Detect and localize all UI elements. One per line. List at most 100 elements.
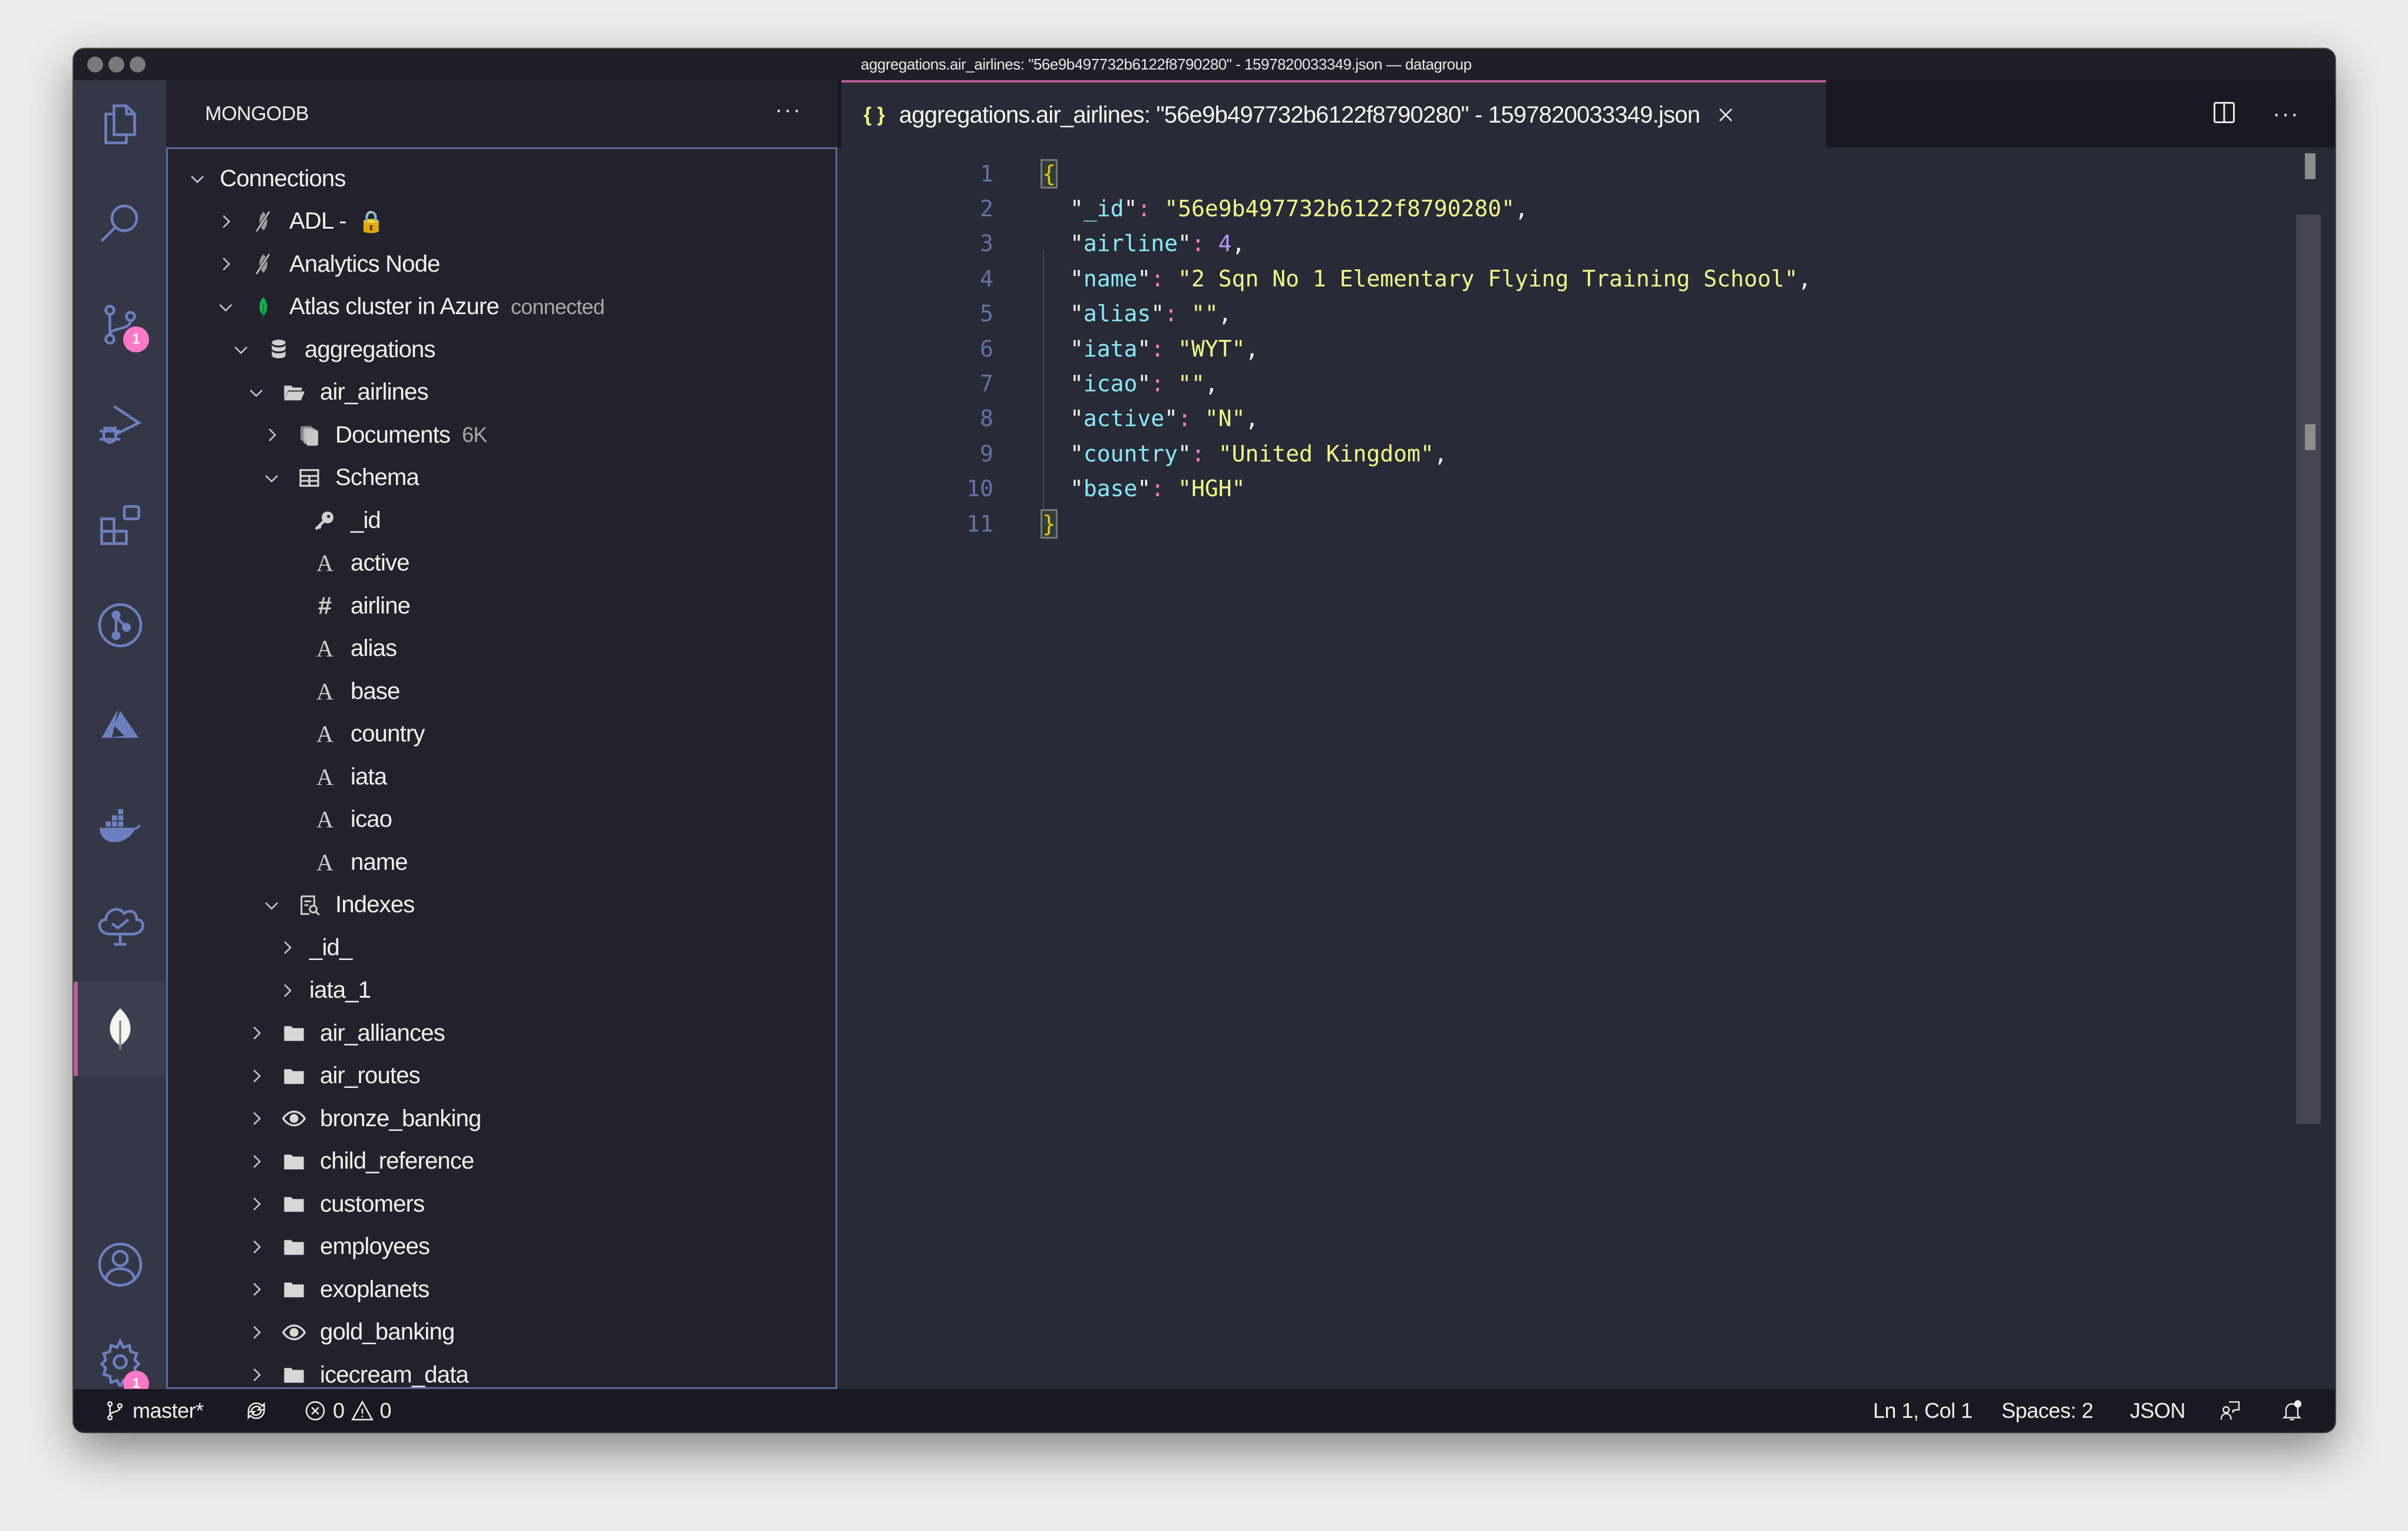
tree-indexes[interactable]: Indexes	[168, 884, 835, 926]
close-tab-icon[interactable]	[1714, 103, 1738, 127]
activity-accounts[interactable]	[74, 1220, 166, 1309]
schema-field[interactable]: Aiata	[168, 755, 835, 798]
activity-mongodb[interactable]	[74, 982, 166, 1076]
activity-extensions[interactable]	[74, 481, 166, 569]
tree-connection[interactable]: Atlas cluster in Azure connected	[168, 286, 835, 328]
tree-collection[interactable]: child_reference	[168, 1140, 835, 1183]
tree-collection[interactable]: gold_banking	[168, 1311, 835, 1354]
tree-collection[interactable]: employees	[168, 1226, 835, 1268]
tree-connection[interactable]: Analytics Node	[168, 243, 835, 285]
chevron-down-icon[interactable]	[260, 466, 283, 490]
schema-field[interactable]: Aactive	[168, 542, 835, 585]
folder-open-icon	[279, 379, 309, 406]
problems-status[interactable]: 0 0	[303, 1398, 392, 1423]
indexes-label: Indexes	[335, 892, 415, 918]
tree-documents[interactable]: Documents 6K	[168, 414, 835, 456]
activity-search[interactable]	[74, 180, 166, 269]
collection-name: exoplanets	[320, 1276, 430, 1302]
chevron-right-icon[interactable]	[245, 1278, 268, 1301]
chevron-right-icon[interactable]	[275, 979, 299, 1002]
connections-label: Connections	[220, 165, 346, 192]
json-value: 4	[1218, 230, 1232, 257]
code-editor[interactable]: 1{2 "_id": "56e9b497732b6122f8790280", 3 "a…	[837, 147, 2335, 1389]
line-number: 7	[980, 370, 993, 397]
notifications-button[interactable]	[2280, 1399, 2304, 1423]
close-window-button[interactable]	[87, 57, 103, 72]
line-content: "iata": "WYT",	[1070, 336, 1258, 362]
chevron-right-icon[interactable]	[214, 252, 237, 276]
tree-connection[interactable]: ADL - 🔒	[168, 200, 835, 243]
quote: "	[1124, 195, 1138, 222]
minimize-window-button[interactable]	[108, 57, 124, 72]
schema-field[interactable]: _id	[168, 499, 835, 542]
schema-field[interactable]: Aalias	[168, 628, 835, 670]
chevron-right-icon[interactable]	[214, 210, 237, 233]
quote: "	[1137, 370, 1151, 397]
split-editor-icon[interactable]	[2211, 100, 2237, 128]
chevron-down-icon[interactable]	[186, 167, 209, 190]
string-type-icon: A	[316, 806, 333, 833]
colon: :	[1164, 301, 1191, 327]
chevron-right-icon[interactable]	[245, 1064, 268, 1088]
tree-schema[interactable]: Schema	[168, 457, 835, 499]
connection-disconnected-icon	[248, 250, 279, 278]
schema-field[interactable]: Aname	[168, 841, 835, 883]
branch-status[interactable]: master*	[103, 1398, 204, 1423]
activity-explorer[interactable]	[74, 80, 166, 169]
tree-collection[interactable]: exoplanets	[168, 1268, 835, 1311]
chevron-right-icon[interactable]	[245, 1363, 268, 1387]
zoom-window-button[interactable]	[130, 57, 146, 72]
activity-run-debug[interactable]	[74, 381, 166, 469]
collection-name: gold_banking	[320, 1319, 455, 1345]
activity-git-graph[interactable]	[74, 581, 166, 669]
folder-icon	[279, 1190, 309, 1217]
tree-connections[interactable]: Connections	[168, 157, 835, 200]
chevron-right-icon[interactable]	[245, 1321, 268, 1344]
more-actions-icon[interactable]: ···	[775, 80, 802, 139]
colon: :	[1151, 335, 1178, 362]
chevron-right-icon[interactable]	[260, 423, 283, 447]
code-line: 8 "active": "N",	[837, 401, 2305, 436]
tree-collection[interactable]: bronze_banking	[168, 1097, 835, 1140]
extensions-icon	[100, 505, 140, 545]
index-item[interactable]: _id_	[168, 926, 835, 969]
chevron-right-icon[interactable]	[245, 1150, 268, 1173]
sync-icon	[247, 1401, 265, 1420]
chevron-right-icon[interactable]	[245, 1235, 268, 1259]
string-type-icon: A	[316, 721, 333, 747]
activity-docker[interactable]	[74, 781, 166, 870]
schema-field[interactable]: Acountry	[168, 713, 835, 755]
index-item[interactable]: iata_1	[168, 969, 835, 1012]
chevron-down-icon[interactable]	[214, 295, 237, 319]
schema-field[interactable]: Abase	[168, 670, 835, 712]
quote: "	[1164, 405, 1178, 432]
feedback-button[interactable]	[2218, 1399, 2242, 1423]
chevron-down-icon[interactable]	[260, 893, 283, 917]
schema-field[interactable]: # airline	[168, 585, 835, 627]
tree-collection[interactable]: air_airlines	[168, 371, 835, 414]
tab-json-document[interactable]: { } aggregations.air_airlines: "56e9b497…	[841, 80, 1826, 147]
activity-tree-check[interactable]	[74, 882, 166, 970]
line-content: "active": "N",	[1070, 405, 1258, 431]
cursor-position[interactable]: Ln 1, Col 1	[1873, 1398, 1973, 1423]
activity-azure[interactable]	[74, 681, 166, 770]
activity-source-control[interactable]: 1	[74, 281, 166, 369]
chevron-right-icon[interactable]	[245, 1107, 268, 1130]
comma: ,	[1218, 301, 1232, 327]
docker-icon	[99, 809, 141, 842]
indentation-status[interactable]: Spaces: 2	[2001, 1398, 2093, 1423]
chevron-down-icon[interactable]	[245, 381, 268, 404]
tree-database[interactable]: aggregations	[168, 328, 835, 371]
field-name: name	[351, 849, 408, 875]
chevron-right-icon[interactable]	[275, 936, 299, 959]
tree-collection[interactable]: customers	[168, 1183, 835, 1225]
sync-button[interactable]	[245, 1399, 268, 1423]
schema-field[interactable]: Aicao	[168, 799, 835, 841]
tree-collection[interactable]: air_alliances	[168, 1012, 835, 1054]
editor-more-actions-icon[interactable]: ···	[2272, 101, 2300, 127]
language-mode[interactable]: JSON	[2130, 1398, 2186, 1423]
tree-collection[interactable]: air_routes	[168, 1055, 835, 1097]
chevron-right-icon[interactable]	[245, 1021, 268, 1045]
chevron-down-icon[interactable]	[229, 338, 253, 361]
chevron-right-icon[interactable]	[245, 1192, 268, 1216]
